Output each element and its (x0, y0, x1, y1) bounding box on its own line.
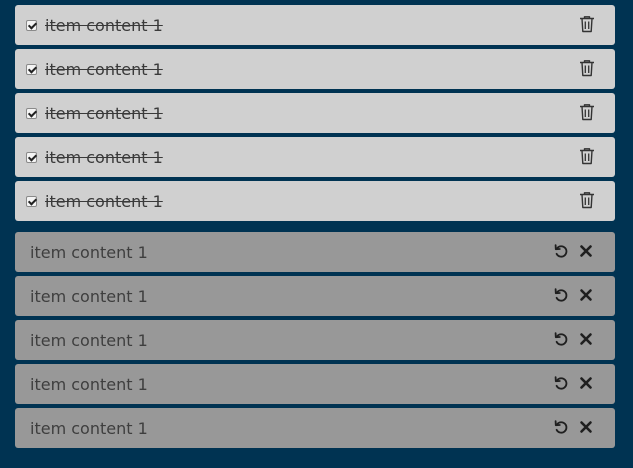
list-item: item content 1 (15, 137, 615, 177)
list-item: item content 1 (15, 49, 615, 89)
item-checkbox[interactable] (26, 195, 37, 207)
item-checkbox[interactable] (26, 19, 37, 31)
item-label: item content 1 (45, 147, 163, 167)
item-checkbox[interactable] (26, 107, 37, 119)
item-label: item content 1 (30, 374, 148, 394)
restore-icon[interactable] (554, 420, 569, 435)
list-item: item content 1 (15, 93, 615, 133)
list-item: item content 1 (15, 5, 615, 45)
delete-icon[interactable] (579, 288, 593, 302)
delete-icon[interactable] (579, 376, 593, 390)
todo-app: item content 1 item content 1 item conte… (0, 0, 633, 468)
item-label: item content 1 (45, 191, 163, 211)
trash-icon[interactable] (579, 15, 595, 33)
trash-icon[interactable] (579, 103, 595, 121)
item-checkbox[interactable] (26, 63, 37, 75)
active-list: item content 1 item content 1 item conte… (15, 5, 615, 225)
item-label: item content 1 (30, 418, 148, 438)
item-label: item content 1 (45, 15, 163, 35)
item-label: item content 1 (30, 242, 148, 262)
trash-icon[interactable] (579, 191, 595, 209)
list-item: item content 1 (15, 181, 615, 221)
restore-icon[interactable] (554, 376, 569, 391)
list-item: item content 1 (15, 276, 615, 316)
item-label: item content 1 (30, 286, 148, 306)
restore-icon[interactable] (554, 244, 569, 259)
list-item: item content 1 (15, 232, 615, 272)
delete-icon[interactable] (579, 244, 593, 258)
delete-icon[interactable] (579, 332, 593, 346)
list-item: item content 1 (15, 320, 615, 360)
trashed-list: item content 1 item content 1 item conte… (15, 232, 615, 452)
trash-icon[interactable] (579, 59, 595, 77)
delete-icon[interactable] (579, 420, 593, 434)
item-checkbox[interactable] (26, 151, 37, 163)
restore-icon[interactable] (554, 332, 569, 347)
list-item: item content 1 (15, 408, 615, 448)
item-label: item content 1 (45, 59, 163, 79)
list-item: item content 1 (15, 364, 615, 404)
trash-icon[interactable] (579, 147, 595, 165)
item-label: item content 1 (45, 103, 163, 123)
restore-icon[interactable] (554, 288, 569, 303)
item-label: item content 1 (30, 330, 148, 350)
